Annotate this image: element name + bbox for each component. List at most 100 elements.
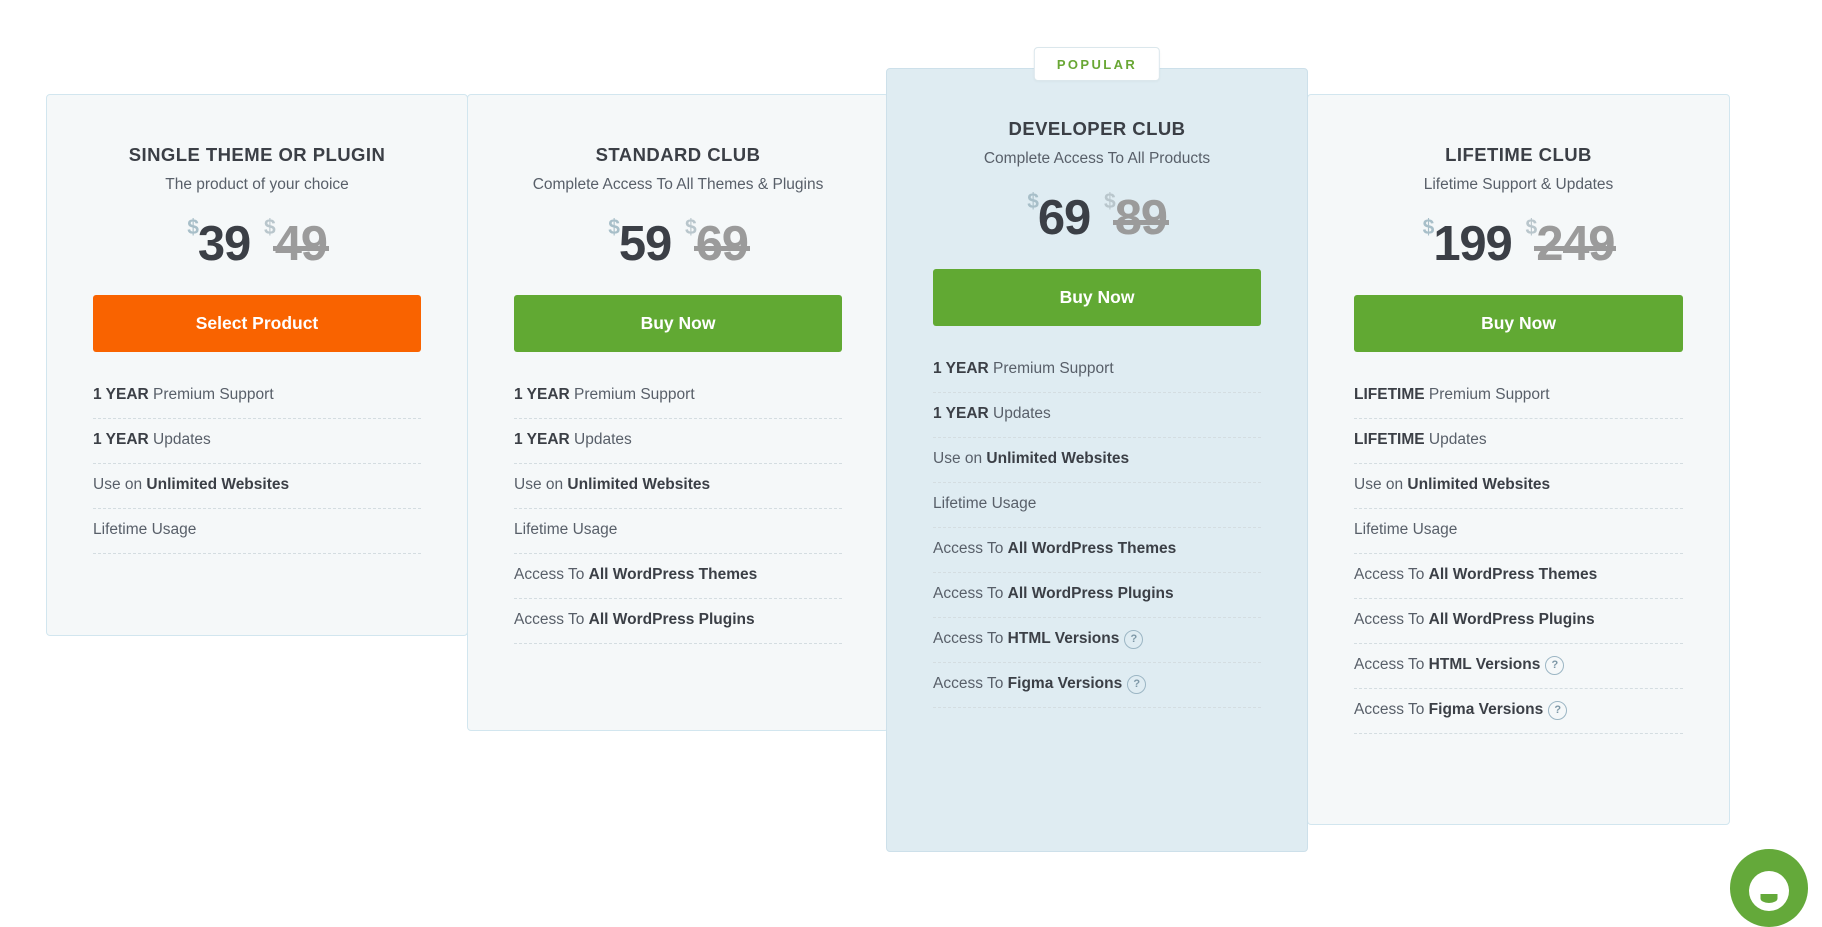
feature-item: Access To All WordPress Themes (1354, 554, 1683, 599)
pricing-table: SINGLE THEME OR PLUGIN The product of you… (46, 47, 1730, 868)
current-price: $199 (1422, 216, 1513, 269)
feature-text: Lifetime Usage (93, 521, 197, 539)
help-icon[interactable]: ? (1545, 655, 1565, 675)
feature-text: Premium Support (569, 386, 695, 404)
feature-list: 1 YEAR Premium Support 1 YEAR Updates Use … (933, 326, 1261, 708)
chat-widget-button[interactable] (1730, 849, 1808, 927)
plan-title: SINGLE THEME OR PLUGIN (128, 144, 386, 165)
feature-strong: Figma Versions (1007, 674, 1123, 692)
price-row: $199 $249 (1354, 195, 1683, 269)
feature-text: Lifetime Usage (1354, 521, 1458, 539)
pricing-card-0: SINGLE THEME OR PLUGIN The product of you… (46, 94, 468, 636)
feature-text: Use on (93, 476, 147, 494)
feature-strong: Unlimited Websites (146, 476, 290, 494)
current-price: $39 (187, 217, 251, 272)
current-price-amount: 39 (197, 217, 251, 272)
plan-title: STANDARD CLUB (595, 144, 761, 165)
plan-subtitle: Lifetime Support & Updates (1423, 176, 1614, 194)
feature-text: Updates (1424, 431, 1487, 449)
currency-symbol: $ (1525, 216, 1538, 240)
plan-subtitle: Complete Access To All Themes & Plugins (532, 176, 824, 194)
currency-symbol: $ (1104, 190, 1116, 214)
buy-now-button[interactable]: Buy Now (1354, 295, 1683, 353)
feature-list: 1 YEAR Premium Support 1 YEAR Updates Use … (514, 352, 842, 644)
old-price-amount: 49 (274, 217, 328, 272)
feature-item: Use on Unlimited Websites (514, 464, 842, 510)
old-price: $69 (685, 217, 749, 272)
feature-item: Use on Unlimited Websites (1354, 464, 1683, 510)
old-price-amount: 249 (1536, 217, 1615, 272)
pricing-card-3: LIFETIME CLUB Lifetime Support & Updates $… (1307, 94, 1730, 825)
feature-item: Access To All WordPress Themes (933, 528, 1261, 573)
feature-strong: 1 YEAR (933, 360, 989, 378)
feature-item: 1 YEAR Updates (93, 419, 421, 465)
current-price-amount: 69 (1037, 191, 1091, 246)
plan-title: LIFETIME CLUB (1445, 144, 1592, 165)
feature-strong: All WordPress Themes (588, 566, 758, 584)
current-price: $59 (608, 216, 672, 272)
feature-item: Lifetime Usage (514, 509, 842, 555)
feature-strong: HTML Versions (1428, 655, 1541, 673)
current-price-amount: 59 (618, 217, 672, 272)
feature-item: 1 YEAR Updates (933, 393, 1261, 439)
feature-text: Use on (933, 450, 987, 468)
feature-strong: Unlimited Websites (986, 450, 1130, 468)
currency-symbol: $ (1422, 216, 1435, 240)
feature-item: Lifetime Usage (1354, 509, 1683, 555)
chat-smile-shape (1760, 893, 1778, 903)
feature-item: Lifetime Usage (933, 483, 1261, 529)
feature-item: Access To Figma Versions? (933, 663, 1261, 708)
feature-text: Access To (933, 584, 1008, 602)
feature-item: 1 YEAR Premium Support (93, 374, 421, 420)
price-row: $59 $69 (514, 195, 842, 269)
feature-text: Premium Support (988, 360, 1114, 378)
old-price-amount: 69 (695, 217, 749, 272)
feature-strong: All WordPress Plugins (1007, 584, 1174, 602)
feature-text: Updates (569, 431, 632, 449)
current-price: $69 (1027, 190, 1091, 246)
feature-item: LIFETIME Premium Support (1354, 374, 1683, 420)
old-price-amount: 89 (1114, 191, 1168, 246)
price-row: $69 $89 (933, 169, 1261, 243)
feature-strong: Unlimited Websites (567, 476, 711, 494)
feature-strong: 1 YEAR (514, 386, 570, 404)
feature-item: Access To All WordPress Plugins (1354, 599, 1683, 644)
feature-item: Use on Unlimited Websites (933, 438, 1261, 484)
feature-item: LIFETIME Updates (1354, 419, 1683, 465)
feature-strong: All WordPress Plugins (1428, 610, 1595, 628)
feature-text: Access To (933, 674, 1008, 692)
feature-list: 1 YEAR Premium Support 1 YEAR Updates Use … (93, 352, 421, 555)
help-icon[interactable]: ? (1548, 700, 1568, 720)
feature-item: Use on Unlimited Websites (93, 464, 421, 510)
feature-item: Access To HTML Versions? (933, 618, 1261, 663)
feature-list: LIFETIME Premium Support LIFETIME Updates… (1354, 352, 1683, 734)
help-icon[interactable]: ? (1127, 674, 1147, 694)
feature-strong: All WordPress Themes (1428, 566, 1598, 584)
feature-strong: LIFETIME (1354, 386, 1425, 404)
feature-strong: All WordPress Themes (1007, 540, 1177, 558)
feature-item: Access To All WordPress Themes (514, 554, 842, 599)
feature-text: Access To (1354, 566, 1429, 584)
feature-text: Lifetime Usage (514, 521, 618, 539)
feature-strong: 1 YEAR (93, 431, 149, 449)
select-product-button[interactable]: Select Product (93, 295, 421, 353)
feature-text: Use on (1354, 476, 1408, 494)
currency-symbol: $ (608, 216, 620, 240)
feature-item: Lifetime Usage (93, 509, 421, 555)
feature-text: Access To (933, 540, 1008, 558)
feature-strong: All WordPress Plugins (588, 610, 755, 628)
feature-text: Access To (1354, 610, 1429, 628)
feature-text: Premium Support (148, 386, 274, 404)
pricing-card-1: STANDARD CLUB Complete Access To All Them… (467, 94, 889, 731)
feature-strong: LIFETIME (1354, 431, 1425, 449)
buy-now-button[interactable]: Buy Now (933, 269, 1261, 327)
buy-now-button[interactable]: Buy Now (514, 295, 842, 353)
feature-item: 1 YEAR Premium Support (514, 374, 842, 420)
chat-smiley-icon (1749, 871, 1789, 912)
help-icon[interactable]: ? (1124, 629, 1144, 649)
currency-symbol: $ (1027, 190, 1039, 214)
feature-text: Access To (933, 629, 1008, 647)
feature-text: Access To (514, 610, 589, 628)
old-price: $89 (1104, 190, 1168, 246)
feature-strong: Figma Versions (1428, 700, 1544, 718)
